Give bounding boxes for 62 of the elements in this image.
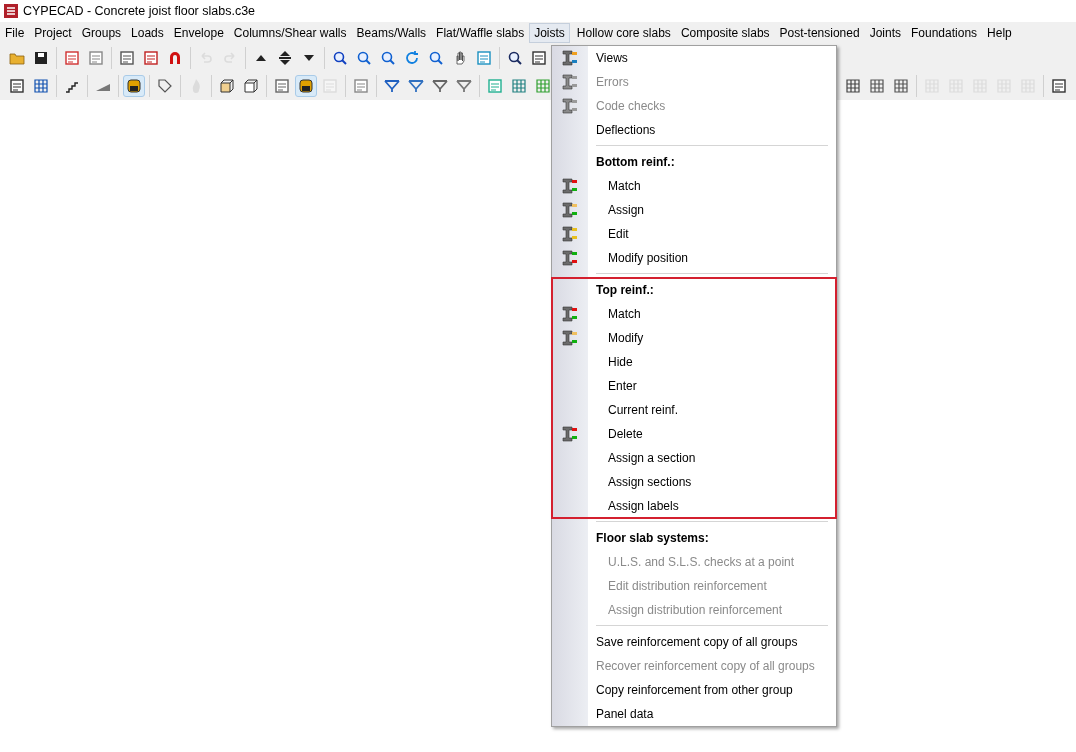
box-solid-icon — [219, 78, 235, 94]
menu-item[interactable]: Columns/Shear walls — [228, 23, 352, 43]
menu-heading: Floor slab systems: — [596, 531, 709, 545]
menu-entry[interactable]: Hide — [608, 355, 633, 369]
menu-heading: Bottom reinf.: — [596, 155, 675, 169]
rotate-icon — [404, 50, 420, 66]
tag-icon — [157, 78, 173, 94]
menu-item[interactable]: Foundations — [906, 23, 983, 43]
menu-entry[interactable]: Assign a section — [608, 451, 696, 465]
menu-item[interactable]: Joints — [864, 23, 906, 43]
menu-item[interactable]: File — [0, 23, 30, 43]
menu-item[interactable]: Post-tensioned — [774, 23, 865, 43]
i-beam-icon — [562, 178, 578, 194]
zoom-window-icon — [428, 50, 444, 66]
floppy-icon — [33, 50, 49, 66]
menu-item[interactable]: Project — [29, 23, 77, 43]
box-outline-icon — [243, 78, 259, 94]
menu-entry[interactable]: Modify position — [608, 251, 689, 265]
window-title: CYPECAD - Concrete joist floor slabs.c3e — [23, 4, 256, 18]
menu-item[interactable]: Composite slabs — [675, 23, 775, 43]
i-beam-icon — [562, 74, 578, 90]
toolbar-button[interactable] — [123, 75, 145, 97]
menu-entry[interactable]: Copy reinforcement from other group — [596, 683, 793, 697]
menu-entry[interactable]: Views — [596, 51, 628, 65]
menu-entry[interactable]: Modify — [608, 331, 644, 345]
i-beam-icon — [562, 250, 578, 266]
folder-icon — [9, 50, 25, 66]
i-beam-icon — [562, 306, 578, 322]
menu-entry[interactable]: Delete — [608, 427, 643, 441]
menu-item[interactable]: Envelope — [168, 23, 229, 43]
menu-entry[interactable]: Edit — [608, 227, 629, 241]
menu-entry[interactable]: Assign — [608, 203, 645, 217]
menu-item[interactable]: Hollow core slabs — [571, 23, 676, 43]
menu-entry[interactable]: Assign sections — [608, 475, 692, 489]
i-beam-icon — [562, 50, 578, 66]
i-beam-icon — [562, 226, 578, 242]
menu-entry[interactable]: Panel data — [596, 707, 654, 721]
menu-item[interactable]: Beams/Walls — [351, 23, 432, 43]
toolbar-button[interactable] — [295, 75, 317, 97]
grid-icon — [869, 78, 885, 94]
up-down-icon — [277, 50, 293, 66]
i-beam-icon — [562, 202, 578, 218]
menu-entry[interactable]: Current reinf. — [608, 403, 679, 417]
menu-item[interactable]: Help — [982, 23, 1017, 43]
menu-item[interactable]: Loads — [126, 23, 169, 43]
menu-entry[interactable]: Assign labels — [608, 499, 679, 513]
menu-item[interactable]: Groups — [76, 23, 127, 43]
menu-heading: Top reinf.: — [596, 283, 654, 297]
panel-icon — [353, 78, 369, 94]
menu-entry[interactable]: Deflections — [596, 123, 656, 137]
i-beam-icon — [562, 98, 578, 114]
menu-item[interactable]: Flat/Waffle slabs — [431, 23, 530, 43]
app-logo-icon — [4, 4, 18, 18]
i-beam-icon — [562, 426, 578, 442]
menu-entry[interactable]: Match — [608, 179, 641, 193]
i-beam-icon — [562, 330, 578, 346]
magnet-icon — [167, 50, 183, 66]
menu-entry[interactable]: Save reinforcement copy of all groups — [596, 635, 798, 649]
menu-item[interactable]: Joists — [529, 23, 570, 43]
menu-entry[interactable]: Enter — [608, 379, 637, 393]
frame-grid-icon — [33, 78, 49, 94]
menu-entry[interactable]: Match — [608, 307, 641, 321]
